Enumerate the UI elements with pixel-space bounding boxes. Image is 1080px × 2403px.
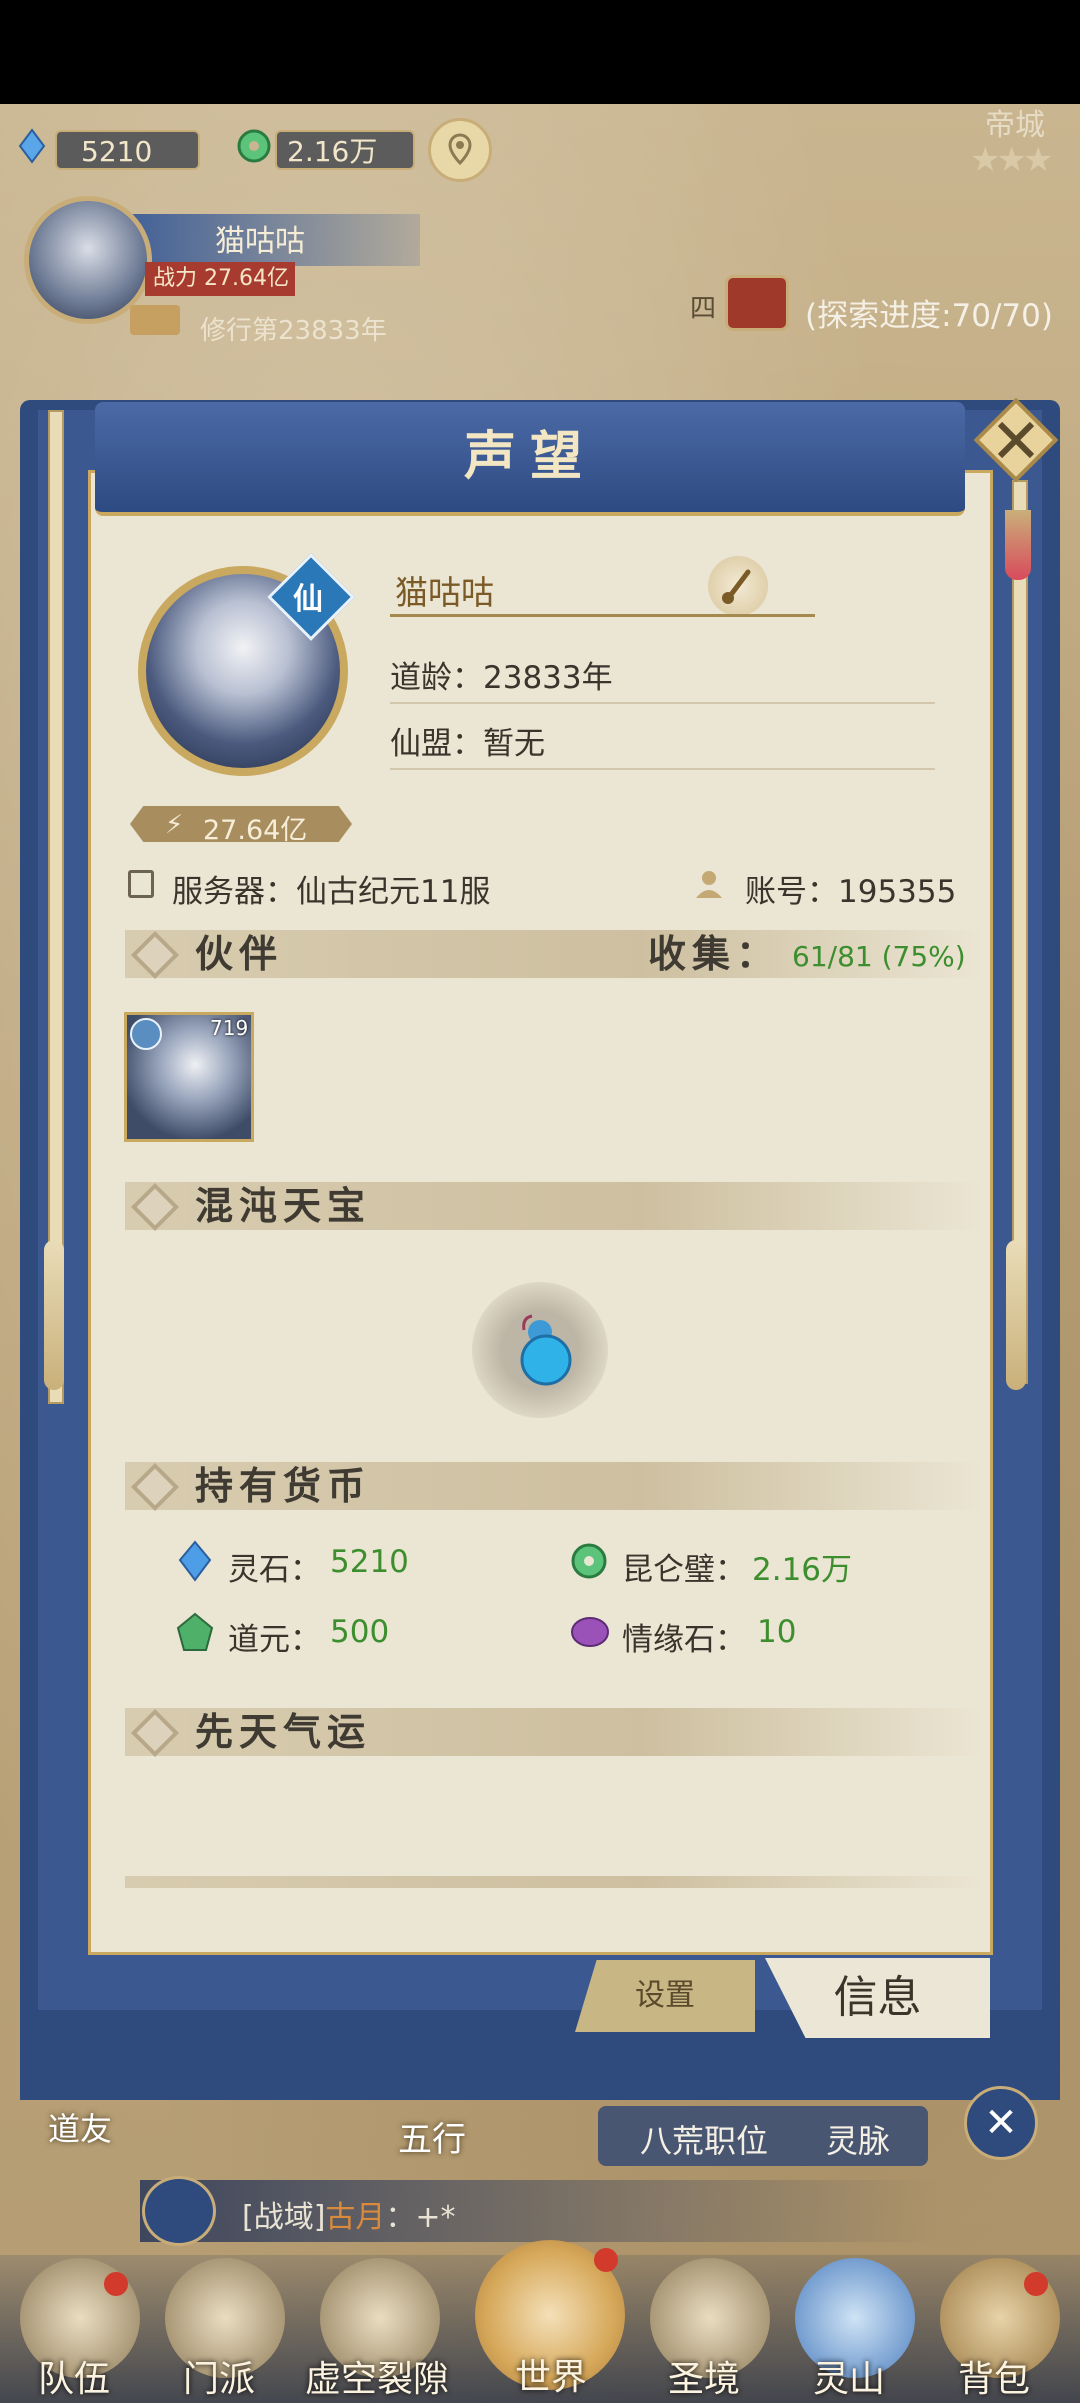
kunlun-jade-counter: 2.16万 [275, 130, 415, 170]
nav-world-label: 世界 [515, 2357, 588, 2398]
gourd-icon [502, 1308, 582, 1392]
notification-dot [104, 2272, 128, 2296]
city-label: 帝城 [985, 108, 1045, 143]
currency-dao-yuan-value: 500 [330, 1614, 390, 1650]
currency-kunlun-value: 2.16万 [752, 1552, 853, 1588]
account-icon [692, 868, 726, 900]
currency-spirit-stone-value: 5210 [330, 1544, 409, 1580]
map-label-wuxing[interactable]: 五行 [398, 2112, 466, 2161]
power-badge: 战力 27.64亿 [145, 262, 295, 296]
nav-holy-realm-button[interactable]: 圣境 [650, 2258, 770, 2403]
love-stone-icon [570, 1614, 610, 1650]
nav-holy-realm-label: 圣境 [668, 2359, 741, 2400]
chat-channel: [战域] [242, 2200, 326, 2235]
xian-badge-label: 仙 [293, 582, 323, 617]
red-tassel [1005, 510, 1031, 580]
map-label-daoyou[interactable]: 道友 [48, 2104, 112, 2150]
divider [390, 702, 935, 704]
notification-dot [594, 2248, 618, 2272]
account-label: 账号：195355 [745, 874, 957, 910]
map-label-four: 四 [690, 294, 717, 324]
nav-void-rift-button[interactable]: 虚空裂隙 [305, 2258, 455, 2403]
explore-progress: (探索进度:70/70) [805, 298, 1053, 334]
server-icon [128, 870, 154, 898]
kunlun-jade-icon [236, 128, 272, 164]
tab-settings[interactable]: 设置 [575, 1960, 755, 2032]
companion-level: 719 [210, 1016, 249, 1040]
nav-void-rift-label: 虚空裂隙 [305, 2359, 450, 2400]
map-label-lingmai: 灵脉 [826, 2122, 891, 2160]
profile-name: 猫咕咕 [395, 573, 494, 612]
nav-sect-label: 门派 [183, 2359, 256, 2400]
alliance: 仙盟：暂无 [390, 726, 545, 762]
chat-speaker: 古月 [325, 2200, 386, 2235]
spirit-stone-counter: 5210 [55, 130, 200, 170]
currency-kunlun-label: 昆仑璧： [622, 1552, 746, 1588]
notification-dot [1024, 2272, 1048, 2296]
modal-title: 声望 [463, 426, 596, 487]
server-label: 服务器：仙古纪元11服 [172, 874, 491, 910]
map-label-bahuang: 八荒职位 [640, 2122, 769, 2160]
power-value: 27.64亿 [203, 815, 308, 846]
tab-info-label: 信息 [833, 1972, 922, 2023]
collect-value: 61/81 (75%) [792, 940, 966, 973]
chat-icon[interactable] [142, 2176, 216, 2246]
brush-icon [722, 569, 751, 604]
location-pin-icon[interactable] [428, 118, 492, 182]
kunlun-jade-icon [570, 1542, 608, 1580]
close-button[interactable] [968, 392, 1064, 488]
spirit-stone-icon [14, 128, 50, 164]
close-icon [973, 397, 1059, 483]
nav-spirit-mountain-button[interactable]: 灵山 [795, 2258, 915, 2403]
star-rating-icon: ★★★ [970, 140, 1053, 180]
rename-button[interactable] [708, 556, 768, 616]
spirit-stone-icon [176, 1540, 214, 1582]
scroll-icon [130, 305, 180, 335]
tab-settings-label: 设置 [635, 1978, 695, 2013]
kunlun-jade-value: 2.16万 [287, 135, 378, 168]
spirit-stone-value: 5210 [81, 135, 153, 168]
currency-love-stone-value: 10 [757, 1614, 797, 1650]
nav-team-label: 队伍 [38, 2359, 111, 2400]
divider [390, 768, 935, 770]
currency-love-stone-label: 情缘石： [622, 1622, 746, 1658]
nav-backpack-label: 背包 [958, 2359, 1031, 2400]
fortune-section-title: 先天气运 [195, 1709, 372, 1754]
nav-spirit-mountain-label: 灵山 [813, 2359, 886, 2400]
collect-label: 收集： [648, 931, 781, 976]
companion-type-icon [130, 1018, 162, 1050]
dao-age: 道龄：23833年 [390, 660, 613, 696]
treasure-chest-icon[interactable] [725, 275, 789, 331]
map-action-button[interactable]: ✕ [964, 2086, 1038, 2160]
left-tassel [44, 1240, 64, 1390]
currency-dao-yuan-label: 道元： [228, 1622, 321, 1658]
chat-text: ：+* [385, 2200, 456, 2235]
name-underline [390, 614, 815, 617]
currency-section-title: 持有货币 [195, 1463, 372, 1508]
next-section-header-clipped [125, 1876, 985, 1888]
right-tassel [1006, 1240, 1026, 1390]
dao-yuan-icon [176, 1612, 214, 1654]
cultivation-label: 修行第23833年 [200, 316, 387, 346]
chat-message: [战域]古月：+* [242, 2192, 456, 2236]
player-name: 猫咕咕 [215, 224, 305, 259]
nav-sect-button[interactable]: 门派 [165, 2258, 285, 2403]
treasure-section-title: 混沌天宝 [195, 1183, 372, 1228]
power-icon: ⚡ [165, 810, 184, 840]
currency-spirit-stone-label: 灵石： [228, 1552, 321, 1588]
companion-section-title: 伙伴 [195, 931, 284, 976]
